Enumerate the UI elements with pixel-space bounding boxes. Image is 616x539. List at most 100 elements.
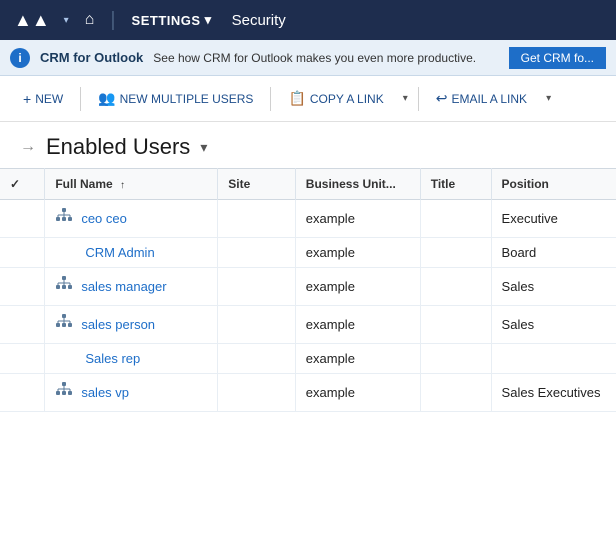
sort-ascending-icon: ↑: [120, 180, 125, 191]
get-crm-button[interactable]: Get CRM fo...: [509, 47, 606, 69]
row-fullname-cell: Sales rep: [45, 344, 218, 374]
plus-icon: +: [23, 91, 31, 107]
nav-logo-chevron[interactable]: ▾: [60, 13, 73, 28]
row-business-unit-cell: example: [295, 344, 420, 374]
app-logo: ▲▲: [8, 6, 56, 35]
table-row[interactable]: sales manager example Sales: [0, 268, 616, 306]
row-site-cell: [218, 306, 296, 344]
toolbar-divider-1: [80, 87, 81, 111]
fullname-value[interactable]: sales manager: [81, 279, 166, 294]
new-button[interactable]: + NEW: [12, 85, 74, 113]
copy-icon: 📋: [288, 90, 305, 107]
row-check-cell[interactable]: [0, 238, 45, 268]
new-multiple-label: NEW MULTIPLE USERS: [120, 92, 254, 106]
new-multiple-users-button[interactable]: 👥 NEW MULTIPLE USERS: [87, 84, 264, 113]
row-check-cell[interactable]: [0, 344, 45, 374]
fullname-value[interactable]: Sales rep: [85, 351, 140, 366]
column-header-fullname[interactable]: Full Name ↑: [45, 169, 218, 200]
row-fullname-cell: sales person: [45, 306, 218, 344]
users-table-container: ✓ Full Name ↑ Site Business Unit... Titl…: [0, 168, 616, 412]
table-row[interactable]: sales vp example Sales Executives: [0, 374, 616, 412]
email-icon: ↩: [436, 90, 448, 107]
row-site-cell: [218, 238, 296, 268]
top-navigation: ▲▲ ▾ ⌂ | SETTINGS ▾ Security: [0, 0, 616, 40]
users-table: ✓ Full Name ↑ Site Business Unit... Titl…: [0, 168, 616, 412]
action-toolbar: + NEW 👥 NEW MULTIPLE USERS 📋 COPY A LINK…: [0, 76, 616, 122]
row-position-cell: Board: [491, 238, 616, 268]
page-title: Enabled Users: [46, 134, 190, 160]
row-title-cell: [420, 374, 491, 412]
nav-divider-1: |: [106, 9, 119, 32]
row-fullname-cell: sales manager: [45, 268, 218, 306]
info-icon: i: [10, 48, 30, 68]
row-check-cell[interactable]: [0, 374, 45, 412]
row-business-unit-cell: example: [295, 238, 420, 268]
copy-link-button[interactable]: 📋 COPY A LINK: [277, 84, 394, 113]
position-label: Position: [502, 177, 549, 191]
row-position-cell: Sales: [491, 306, 616, 344]
nav-home-icon[interactable]: ⌂: [77, 7, 103, 33]
settings-label: SETTINGS: [132, 13, 201, 28]
row-position-cell: Sales: [491, 268, 616, 306]
fullname-value[interactable]: sales vp: [81, 385, 129, 400]
new-label: NEW: [35, 92, 63, 106]
email-link-label: EMAIL A LINK: [451, 92, 527, 106]
row-check-cell[interactable]: [0, 306, 45, 344]
column-header-business-unit[interactable]: Business Unit...: [295, 169, 420, 200]
row-site-cell: [218, 200, 296, 238]
user-hierarchy-icon: [55, 275, 73, 298]
table-row[interactable]: sales person example Sales: [0, 306, 616, 344]
column-header-position[interactable]: Position: [491, 169, 616, 200]
table-row[interactable]: Sales rep example: [0, 344, 616, 374]
row-title-cell: [420, 306, 491, 344]
row-site-cell: [218, 268, 296, 306]
fullname-value[interactable]: ceo ceo: [81, 211, 127, 226]
toolbar-divider-2: [270, 87, 271, 111]
row-position-cell: Executive: [491, 200, 616, 238]
fullname-label: Full Name: [55, 177, 112, 191]
fullname-value[interactable]: CRM Admin: [85, 245, 154, 260]
table-header: ✓ Full Name ↑ Site Business Unit... Titl…: [0, 169, 616, 200]
row-business-unit-cell: example: [295, 374, 420, 412]
row-title-cell: [420, 200, 491, 238]
column-header-check[interactable]: ✓: [0, 169, 45, 200]
user-hierarchy-icon: [55, 207, 73, 230]
row-business-unit-cell: example: [295, 200, 420, 238]
row-check-cell[interactable]: [0, 268, 45, 306]
row-check-cell[interactable]: [0, 200, 45, 238]
site-label: Site: [228, 177, 250, 191]
table-row[interactable]: CRM Admin example Board: [0, 238, 616, 268]
row-business-unit-cell: example: [295, 306, 420, 344]
table-row[interactable]: ceo ceo example Executive: [0, 200, 616, 238]
row-position-cell: Sales Executives: [491, 374, 616, 412]
crm-banner-title: CRM for Outlook: [40, 50, 143, 65]
row-title-cell: [420, 238, 491, 268]
settings-menu-button[interactable]: SETTINGS ▾: [124, 8, 220, 32]
row-title-cell: [420, 344, 491, 374]
row-fullname-cell: sales vp: [45, 374, 218, 412]
email-link-button[interactable]: ↩ EMAIL A LINK: [425, 84, 538, 113]
crm-outlook-banner: i CRM for Outlook See how CRM for Outloo…: [0, 40, 616, 76]
security-label: Security: [224, 8, 294, 33]
crm-banner-text: See how CRM for Outlook makes you even m…: [153, 51, 498, 65]
row-fullname-cell: ceo ceo: [45, 200, 218, 238]
column-header-site[interactable]: Site: [218, 169, 296, 200]
email-link-chevron-icon[interactable]: ▾: [542, 87, 555, 110]
table-body: ceo ceo example Executive CRM Admin exam…: [0, 200, 616, 412]
copy-link-chevron-icon[interactable]: ▾: [399, 87, 412, 110]
fullname-value[interactable]: sales person: [81, 317, 155, 332]
row-title-cell: [420, 268, 491, 306]
settings-chevron-icon: ▾: [205, 12, 212, 28]
user-hierarchy-icon: [55, 313, 73, 336]
check-all-icon[interactable]: ✓: [10, 177, 20, 191]
row-fullname-cell: CRM Admin: [45, 238, 218, 268]
page-title-dropdown-icon[interactable]: ▾: [200, 139, 207, 156]
page-header: → Enabled Users ▾: [0, 122, 616, 168]
row-site-cell: [218, 374, 296, 412]
column-header-title[interactable]: Title: [420, 169, 491, 200]
toolbar-divider-3: [418, 87, 419, 111]
row-site-cell: [218, 344, 296, 374]
header-arrow-icon: →: [20, 138, 36, 156]
multiple-users-icon: 👥: [98, 90, 115, 107]
row-business-unit-cell: example: [295, 268, 420, 306]
